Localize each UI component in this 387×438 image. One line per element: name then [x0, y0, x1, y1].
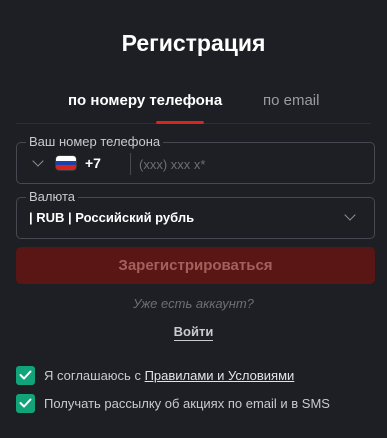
login-link[interactable]: Войти	[173, 324, 214, 341]
terms-label: Я соглашаюсь с Правилами и Условиями	[44, 368, 294, 383]
phone-field: Ваш номер телефона +7	[16, 134, 375, 184]
chevron-down-icon[interactable]	[344, 209, 356, 221]
chevron-down-icon[interactable]	[32, 155, 44, 167]
country-code[interactable]: +7	[85, 155, 101, 171]
login-link-wrap: Войти	[0, 323, 387, 341]
page-title: Регистрация	[121, 30, 266, 56]
registration-tabs: по номеру телефона по email	[16, 88, 371, 124]
currency-select[interactable]: Валюта | RUB | Российский рубль	[16, 189, 375, 239]
currency-value[interactable]: | RUB | Российский рубль	[29, 210, 194, 225]
newsletter-row: Получать рассылку об акциях по email и в…	[16, 393, 379, 413]
tab-email[interactable]: по email	[263, 92, 319, 109]
terms-checkbox[interactable]	[16, 365, 35, 385]
phone-field-label: Ваш номер телефона	[26, 134, 164, 150]
have-account-text: Уже есть аккаунт?	[133, 296, 254, 311]
divider	[130, 153, 131, 175]
phone-input[interactable]	[139, 151, 359, 177]
terms-agreement-row: Я соглашаюсь с Правилами и Условиями	[16, 365, 379, 385]
newsletter-checkbox[interactable]	[16, 393, 35, 413]
register-button[interactable]: Зарегистрироваться	[16, 247, 375, 284]
terms-prefix: Я соглашаюсь с	[44, 367, 145, 383]
tab-phone[interactable]: по номеру телефона	[68, 92, 222, 109]
russia-flag-icon[interactable]	[56, 156, 76, 170]
active-tab-indicator	[156, 121, 204, 124]
check-icon	[19, 370, 32, 380]
terms-link[interactable]: Правилами и Условиями	[145, 368, 295, 383]
currency-field-label: Валюта	[26, 189, 78, 205]
check-icon	[19, 398, 32, 408]
newsletter-label: Получать рассылку об акциях по email и в…	[44, 395, 330, 411]
